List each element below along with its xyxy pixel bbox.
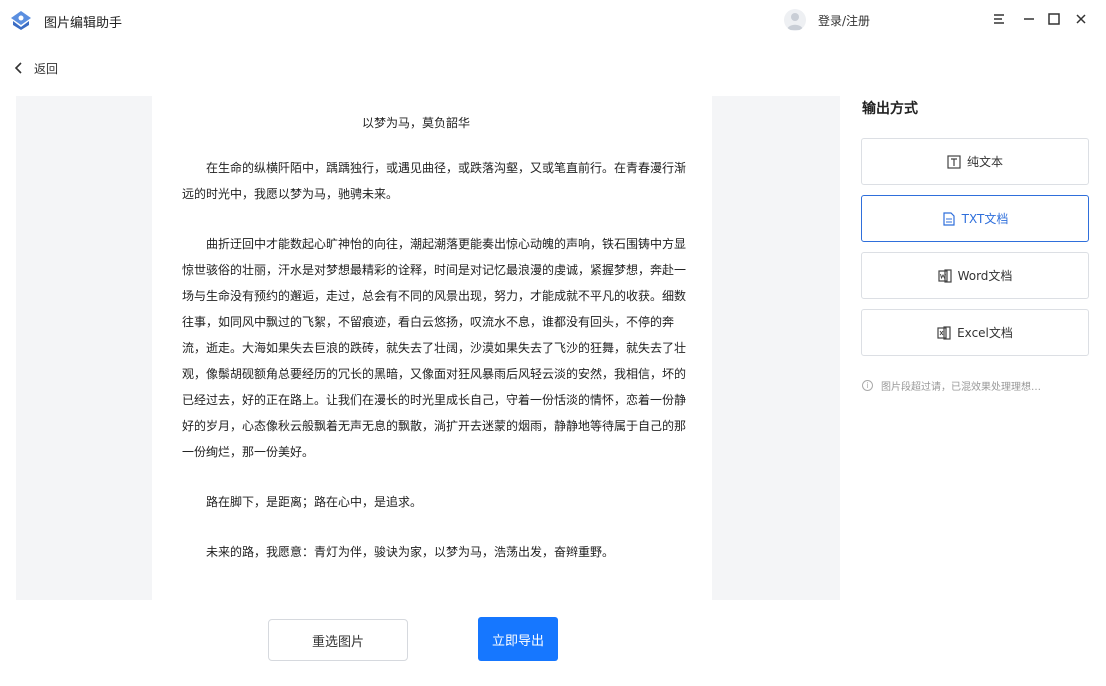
output-option-word[interactable]: Word文档 bbox=[861, 252, 1089, 299]
back-button[interactable]: 返回 bbox=[14, 56, 58, 80]
title-bar: 图片编辑助手 登录/注册 bbox=[0, 0, 1106, 40]
document-paragraph: 路在脚下，是距离；路在心中，是追求。 bbox=[206, 495, 423, 509]
option-label: TXT文档 bbox=[961, 212, 1009, 226]
app-title: 图片编辑助手 bbox=[44, 16, 123, 31]
hint-text: 图片段超过请，已混效果处理理想… bbox=[881, 382, 1041, 393]
info-icon: i bbox=[862, 380, 873, 391]
excel-icon bbox=[937, 325, 951, 340]
text-icon bbox=[947, 154, 961, 169]
login-register-link[interactable]: 登录/注册 bbox=[818, 12, 870, 29]
output-option-txt[interactable]: TXT文档 bbox=[861, 195, 1089, 242]
hint-note: i 图片段超过请，已混效果处理理想… bbox=[862, 378, 1041, 393]
txt-doc-icon bbox=[942, 211, 956, 226]
document-title: 以梦为马，莫负韶华 bbox=[361, 116, 470, 130]
app-logo-icon bbox=[9, 9, 33, 31]
minimize-icon[interactable] bbox=[1020, 10, 1038, 28]
option-label: Excel文档 bbox=[957, 326, 1013, 340]
maximize-icon[interactable] bbox=[1045, 10, 1063, 28]
document-paragraph: 曲折迂回中才能数起心旷神怡的向往，潮起潮落更能奏出惊心动魄的声响，铁石围铸中方显… bbox=[182, 237, 687, 459]
document-paragraph: 未来的路，我愿意：青灯为伴，骏诀为家，以梦为马，浩荡出发，奋辫重野。 bbox=[206, 545, 615, 559]
output-method-heading: 输出方式 bbox=[862, 101, 918, 117]
document-paragraph: 在生命的纵横阡陌中，踽踽独行，或遇见曲径，或跌落沟壑，又或笔直前行。在青春漫行渐… bbox=[182, 161, 687, 201]
option-label: 纯文本 bbox=[966, 155, 1003, 169]
option-label: Word文档 bbox=[957, 269, 1013, 283]
reselect-image-button[interactable]: 重选图片 bbox=[268, 619, 408, 661]
back-label: 返回 bbox=[34, 61, 59, 76]
menu-icon[interactable] bbox=[990, 10, 1008, 28]
output-option-excel[interactable]: Excel文档 bbox=[861, 309, 1089, 356]
word-icon bbox=[937, 268, 952, 283]
document-preview: 以梦为马，莫负韶华 在生命的纵横阡陌中，踽踽独行，或遇见曲径，或跌落沟壑，又或笔… bbox=[152, 96, 712, 600]
chevron-left-icon bbox=[14, 62, 24, 74]
close-icon[interactable] bbox=[1072, 10, 1090, 28]
export-now-button[interactable]: 立即导出 bbox=[478, 617, 558, 661]
avatar[interactable] bbox=[784, 9, 806, 31]
output-option-plain-text[interactable]: 纯文本 bbox=[861, 138, 1089, 185]
